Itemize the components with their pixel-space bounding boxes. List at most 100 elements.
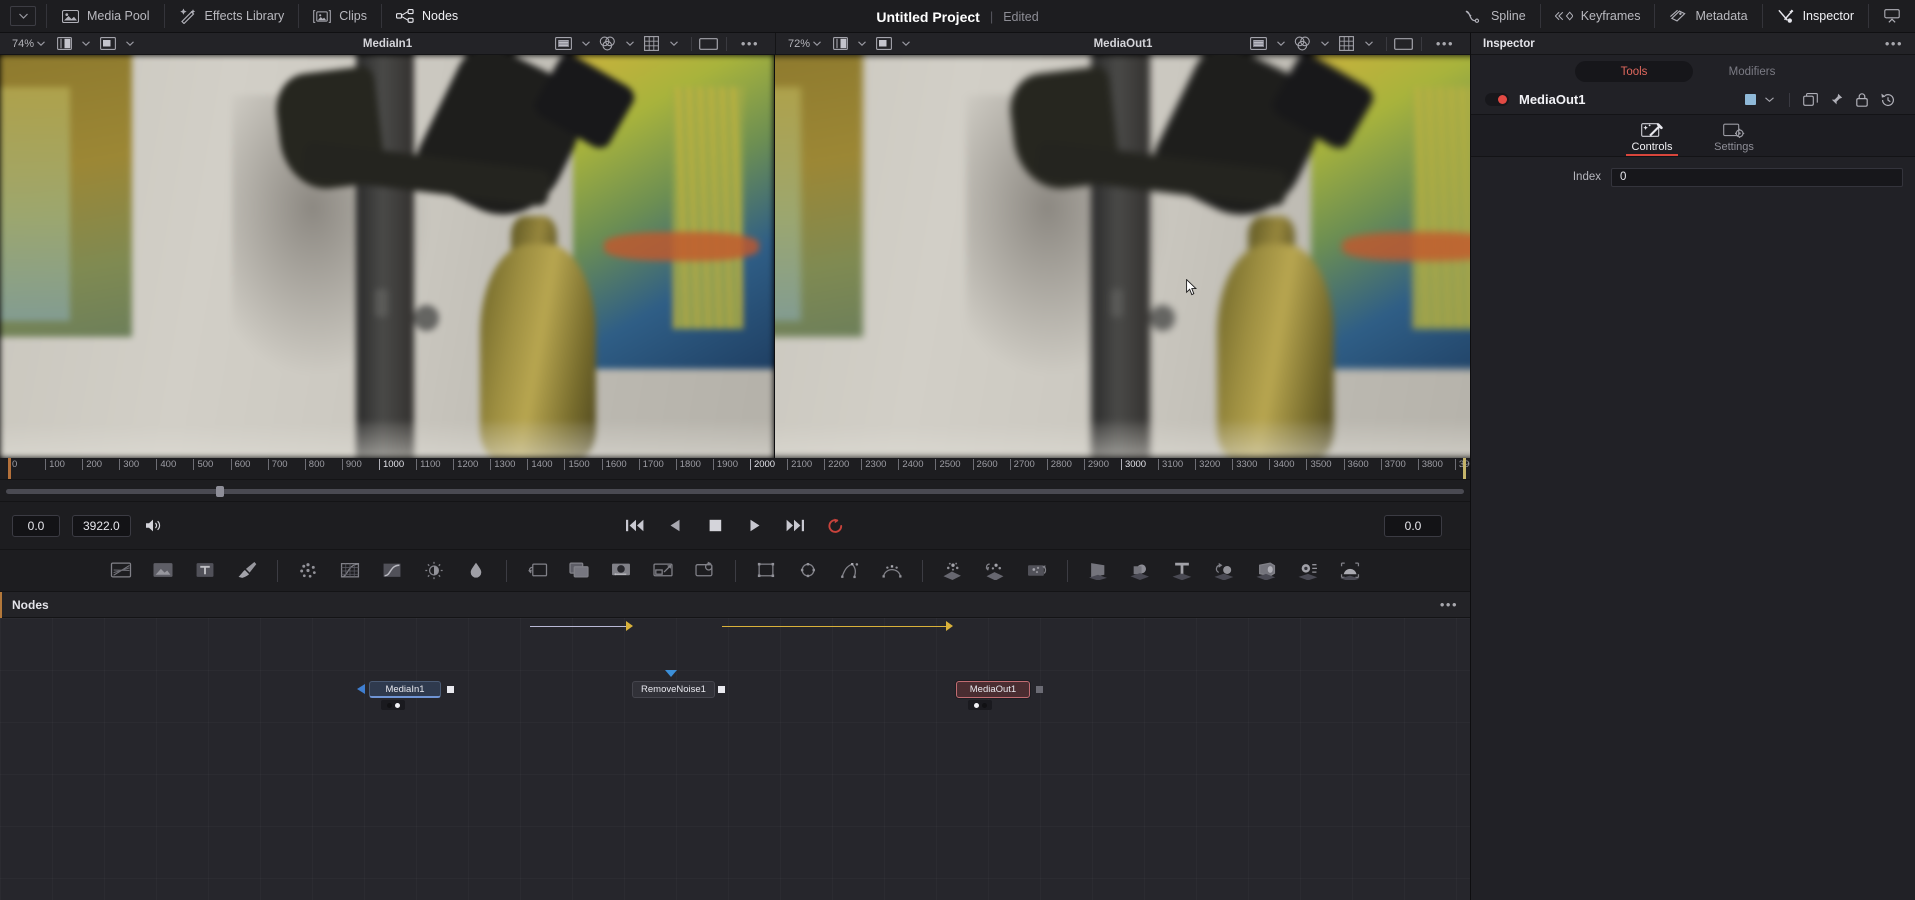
left-viewer-display-mode-button[interactable]	[97, 36, 119, 52]
bspline-mask-tool[interactable]	[871, 556, 913, 586]
play-button[interactable]	[745, 516, 765, 536]
matte-control-tool[interactable]	[600, 556, 642, 586]
connection-mediain-removenoise[interactable]	[530, 626, 630, 627]
right-viewer-roi-chevron[interactable]	[1270, 36, 1292, 52]
particle-emitter-tool[interactable]	[932, 556, 974, 586]
color-corrector-tool[interactable]	[329, 556, 371, 586]
mediain-node-badges[interactable]	[381, 700, 405, 710]
right-viewer-grid-button[interactable]	[1336, 36, 1358, 52]
camera-3d-tool[interactable]	[1245, 556, 1287, 586]
polygon-mask-tool[interactable]	[829, 556, 871, 586]
subtab-controls[interactable]: Controls	[1620, 123, 1684, 156]
background-tool[interactable]	[100, 556, 142, 586]
transform-3d-tool[interactable]	[1203, 556, 1245, 586]
mediain-input-port[interactable]	[357, 684, 365, 694]
blur-tool[interactable]	[287, 556, 329, 586]
light-3d-tool[interactable]	[1287, 556, 1329, 586]
pin-button[interactable]	[1823, 90, 1849, 110]
skip-to-end-button[interactable]	[785, 516, 805, 536]
left-viewer-roi-button[interactable]	[553, 36, 575, 52]
scrub-track[interactable]	[6, 489, 1464, 494]
node-removenoise1[interactable]: RemoveNoise1	[632, 670, 725, 698]
playhead-marker[interactable]	[8, 458, 11, 479]
text-tool[interactable]	[184, 556, 226, 586]
skip-to-start-button[interactable]	[625, 516, 645, 536]
tab-effects-library[interactable]: Effects Library	[165, 0, 299, 33]
render-time-field[interactable]: 0.0	[1384, 514, 1442, 537]
right-viewer-grid-chevron[interactable]	[1358, 36, 1380, 52]
right-viewer-color-chevron[interactable]	[1314, 36, 1336, 52]
node-mediaout1[interactable]: MediaOut1	[956, 681, 1043, 710]
end-marker[interactable]	[1463, 458, 1466, 479]
current-time-field[interactable]: 0.0	[12, 514, 60, 537]
index-field[interactable]: 0	[1611, 167, 1903, 187]
scrub-bar[interactable]	[0, 480, 1470, 502]
node-mediain1[interactable]: MediaIn1	[357, 681, 454, 710]
right-viewer-split-chevron[interactable]	[851, 36, 873, 52]
tab-modifiers[interactable]: Modifiers	[1693, 61, 1811, 82]
reset-history-button[interactable]	[1875, 90, 1901, 110]
tab-keyframes[interactable]: Keyframes	[1541, 0, 1655, 33]
tab-clips[interactable]: Clips	[299, 0, 381, 33]
left-viewer-split-chevron[interactable]	[75, 36, 97, 52]
particle-render-tool[interactable]	[974, 556, 1016, 586]
tab-media-pool[interactable]: Media Pool	[47, 0, 164, 33]
stop-button[interactable]	[705, 516, 725, 536]
mediain-output-port[interactable]	[447, 686, 454, 693]
right-viewer[interactable]	[775, 55, 1470, 458]
connection-removenoise-mediaout[interactable]	[722, 626, 948, 627]
scrub-handle[interactable]	[216, 486, 224, 497]
left-viewer-color-button[interactable]	[597, 36, 619, 52]
right-viewer-zoom-control[interactable]: 72%	[776, 38, 829, 50]
tab-spline[interactable]: Spline	[1451, 0, 1540, 33]
text-3d-tool[interactable]	[1161, 556, 1203, 586]
image-plane-3d-tool[interactable]	[1077, 556, 1119, 586]
right-viewer-split-view-button[interactable]	[829, 36, 851, 52]
resize-tool[interactable]	[684, 556, 726, 586]
node-graph-canvas[interactable]: MediaIn1 RemoveNoise1 MediaOut1	[0, 618, 1470, 900]
left-viewer-more-button[interactable]: •••	[733, 36, 767, 51]
left-viewer-roi-chevron[interactable]	[575, 36, 597, 52]
particle-direction-tool[interactable]	[1016, 556, 1058, 586]
tab-metadata[interactable]: Metadata	[1655, 0, 1761, 33]
node-color-swatch[interactable]	[1745, 94, 1756, 105]
left-viewer-grid-chevron[interactable]	[663, 36, 685, 52]
right-viewer-color-button[interactable]	[1292, 36, 1314, 52]
tab-inspector[interactable]: Inspector	[1763, 0, 1868, 33]
step-back-button[interactable]	[665, 516, 685, 536]
curve-tool[interactable]	[371, 556, 413, 586]
tab-nodes[interactable]: Nodes	[382, 0, 472, 33]
left-viewer-frame-button[interactable]	[698, 36, 720, 52]
mediaout-output-port[interactable]	[1036, 686, 1043, 693]
panel-toggle-button[interactable]	[10, 6, 36, 26]
right-viewer-roi-button[interactable]	[1248, 36, 1270, 52]
loop-button[interactable]	[825, 516, 845, 536]
right-viewer-frame-button[interactable]	[1393, 36, 1415, 52]
node-enable-toggle[interactable]	[1485, 93, 1509, 106]
tab-tools[interactable]: Tools	[1575, 61, 1693, 82]
right-viewer-display-chevron[interactable]	[895, 36, 917, 52]
timeline-ruler[interactable]: 0 100 200 300 400 500 600 700 800 900 1000 1100 1200…	[0, 458, 1470, 480]
paint-tool[interactable]	[226, 556, 268, 586]
end-time-field[interactable]: 3922.0	[72, 514, 131, 537]
color-drop-tool[interactable]	[455, 556, 497, 586]
dissolve-tool[interactable]	[558, 556, 600, 586]
right-viewer-display-mode-button[interactable]	[873, 36, 895, 52]
left-viewer-grid-button[interactable]	[641, 36, 663, 52]
renderer-3d-tool[interactable]	[1329, 556, 1371, 586]
removenoise-output-port[interactable]	[718, 686, 725, 693]
right-viewer-more-button[interactable]: •••	[1428, 36, 1462, 51]
left-viewer[interactable]	[0, 55, 775, 458]
rectangle-mask-tool[interactable]	[745, 556, 787, 586]
lock-button[interactable]	[1849, 90, 1875, 110]
mediaout-node-badges[interactable]	[968, 700, 992, 710]
subtab-settings[interactable]: Settings	[1702, 123, 1766, 156]
transform-tool[interactable]	[642, 556, 684, 586]
nodes-panel-more-button[interactable]: •••	[1432, 597, 1470, 612]
left-viewer-color-chevron[interactable]	[619, 36, 641, 52]
ellipse-mask-tool[interactable]	[787, 556, 829, 586]
left-viewer-display-chevron[interactable]	[119, 36, 141, 52]
brightness-contrast-tool[interactable]	[413, 556, 455, 586]
layout-collapse-button[interactable]	[1869, 0, 1915, 33]
copy-settings-button[interactable]	[1797, 90, 1823, 110]
